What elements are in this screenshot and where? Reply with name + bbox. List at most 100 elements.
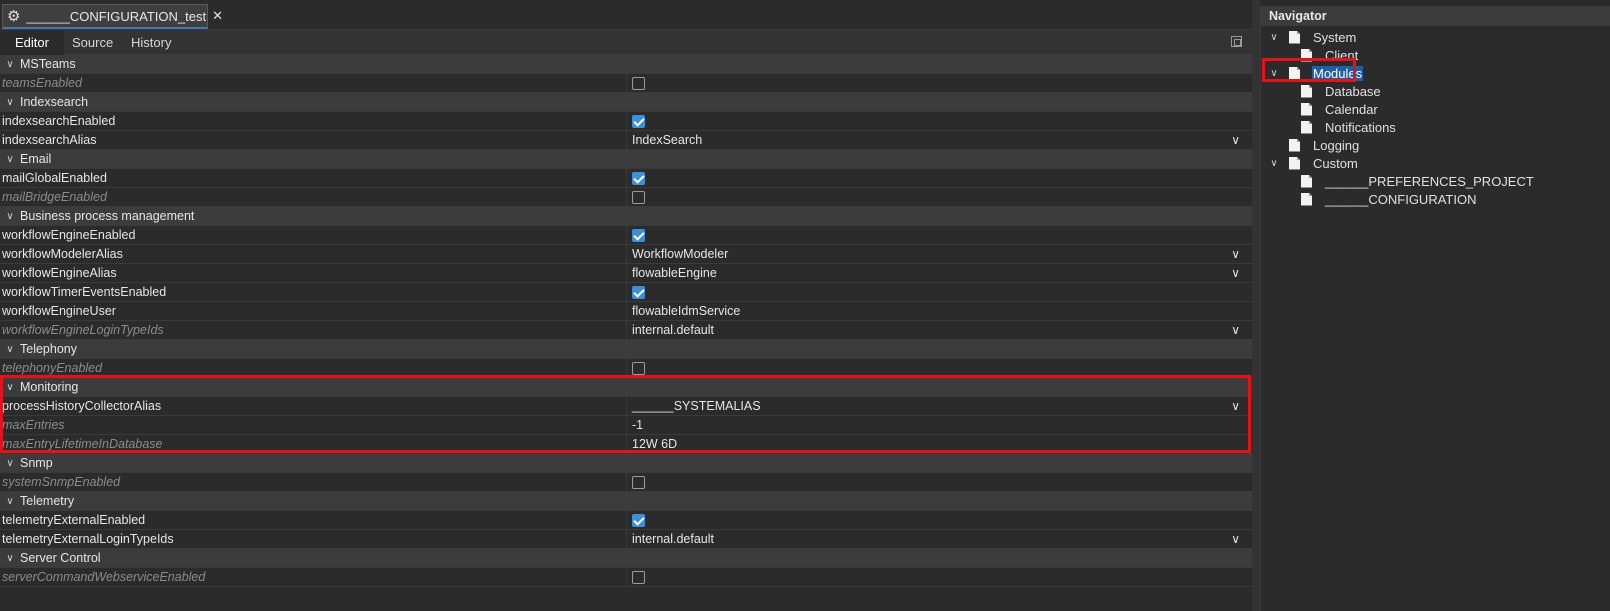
section-header-email[interactable]: ∨ Email: [0, 150, 1252, 169]
chevron-down-icon[interactable]: ∨: [1231, 530, 1240, 549]
chevron-down-icon[interactable]: ∨: [1231, 397, 1240, 416]
page-icon: [1301, 192, 1312, 206]
section-header-telephony[interactable]: ∨ Telephony: [0, 340, 1252, 359]
section-header-monitoring[interactable]: ∨ Monitoring: [0, 378, 1252, 397]
pane-splitter[interactable]: [1252, 0, 1260, 611]
chevron-down-icon[interactable]: ∨: [1267, 32, 1281, 43]
section-header-business-process-management[interactable]: ∨ Business process management: [0, 207, 1252, 226]
property-row-workflowEngineUser[interactable]: workflowEngineUser flowableIdmService: [0, 301, 1252, 321]
tree-item-database[interactable]: Database: [1301, 82, 1382, 100]
tab-history[interactable]: History: [116, 30, 186, 55]
chevron-down-icon[interactable]: ∨: [0, 154, 20, 165]
section-label: Indexsearch: [20, 95, 89, 109]
property-row-teamsEnabled[interactable]: teamsEnabled: [0, 73, 1252, 93]
property-value[interactable]: ______SYSTEMALIAS ∨: [627, 397, 1252, 416]
property-value[interactable]: internal.default ∨: [627, 321, 1252, 340]
property-value[interactable]: [627, 511, 1252, 530]
chevron-down-icon[interactable]: ∨: [1267, 158, 1281, 169]
tree-item-configuration[interactable]: ______CONFIGURATION: [1301, 190, 1477, 208]
tree-item-logging[interactable]: Logging: [1267, 136, 1360, 154]
property-value[interactable]: WorkflowModeler ∨: [627, 245, 1252, 264]
section-header-indexsearch[interactable]: ∨ Indexsearch: [0, 93, 1252, 112]
property-row-serverCommandWebserviceEnabled[interactable]: serverCommandWebserviceEnabled: [0, 567, 1252, 587]
chevron-down-icon[interactable]: ∨: [1231, 264, 1240, 283]
tree-item-modules[interactable]: ∨ Modules: [1267, 64, 1364, 82]
property-row-telemetryExternalEnabled[interactable]: telemetryExternalEnabled: [0, 510, 1252, 530]
chevron-down-icon[interactable]: ∨: [0, 211, 20, 222]
tree-item-preferences-project[interactable]: ______PREFERENCES_PROJECT: [1301, 172, 1535, 190]
property-value[interactable]: IndexSearch ∨: [627, 131, 1252, 150]
property-row-telephonyEnabled[interactable]: telephonyEnabled: [0, 358, 1252, 378]
close-icon[interactable]: ✕: [212, 8, 223, 24]
tree-item-client[interactable]: Client: [1301, 46, 1359, 64]
property-row-mailBridgeEnabled[interactable]: mailBridgeEnabled: [0, 187, 1252, 207]
property-name: maxEntryLifetimeInDatabase: [0, 434, 627, 454]
property-row-workflowTimerEventsEnabled[interactable]: workflowTimerEventsEnabled: [0, 282, 1252, 302]
property-name: workflowModelerAlias: [0, 244, 627, 264]
chevron-down-icon[interactable]: ∨: [1231, 131, 1240, 150]
chevron-down-icon[interactable]: ∨: [1267, 68, 1281, 79]
chevron-down-icon[interactable]: ∨: [0, 553, 20, 564]
property-row-maxEntryLifetimeInDatabase[interactable]: maxEntryLifetimeInDatabase 12W 6D: [0, 434, 1252, 454]
property-row-indexsearchAlias[interactable]: indexsearchAlias IndexSearch ∨: [0, 130, 1252, 150]
property-row-workflowEngineAlias[interactable]: workflowEngineAlias flowableEngine ∨: [0, 263, 1252, 283]
document-tab[interactable]: ⚙ ______CONFIGURATION_test ✕: [2, 4, 223, 29]
property-value[interactable]: [627, 283, 1252, 302]
section-header-telemetry[interactable]: ∨ Telemetry: [0, 492, 1252, 511]
property-checkbox[interactable]: [632, 76, 645, 90]
property-checkbox[interactable]: [632, 171, 645, 185]
property-checkbox[interactable]: [632, 190, 645, 204]
chevron-down-icon[interactable]: ∨: [0, 496, 20, 507]
chevron-down-icon[interactable]: ∨: [0, 458, 20, 469]
chevron-down-icon[interactable]: ∨: [1231, 245, 1240, 264]
maximize-icon[interactable]: [1231, 36, 1242, 47]
tree-item-label: Client: [1325, 47, 1359, 63]
property-checkbox[interactable]: [632, 228, 645, 242]
property-value[interactable]: -1: [627, 416, 1252, 435]
property-checkbox[interactable]: [632, 570, 645, 584]
tab-editor[interactable]: Editor: [0, 30, 64, 55]
property-value[interactable]: internal.default ∨: [627, 530, 1252, 549]
section-header-snmp[interactable]: ∨ Snmp: [0, 454, 1252, 473]
property-value[interactable]: [627, 568, 1252, 587]
tree-item-custom[interactable]: ∨ Custom: [1267, 154, 1359, 172]
property-checkbox[interactable]: [632, 285, 645, 299]
property-row-workflowEngineLoginTypeIds[interactable]: workflowEngineLoginTypeIds internal.defau…: [0, 320, 1252, 340]
section-header-server-control[interactable]: ∨ Server Control: [0, 549, 1252, 568]
property-row-processHistoryCollectorAlias[interactable]: processHistoryCollectorAlias ______SYSTEM…: [0, 396, 1252, 416]
chevron-down-icon[interactable]: ∨: [0, 97, 20, 108]
property-value[interactable]: [627, 169, 1252, 188]
property-name: systemSnmpEnabled: [0, 472, 627, 492]
property-name: workflowEngineEnabled: [0, 225, 627, 245]
property-row-workflowEngineEnabled[interactable]: workflowEngineEnabled: [0, 225, 1252, 245]
property-value[interactable]: [627, 188, 1252, 207]
tree-item-calendar[interactable]: Calendar: [1301, 100, 1379, 118]
property-row-telemetryExternalLoginTypeIds[interactable]: telemetryExternalLoginTypeIds internal.de…: [0, 529, 1252, 549]
chevron-down-icon[interactable]: ∨: [0, 344, 20, 355]
property-value[interactable]: flowableEngine ∨: [627, 264, 1252, 283]
property-row-mailGlobalEnabled[interactable]: mailGlobalEnabled: [0, 168, 1252, 188]
property-value[interactable]: [627, 359, 1252, 378]
property-value[interactable]: [627, 473, 1252, 492]
property-value[interactable]: [627, 74, 1252, 93]
app-window: ⚙ ______CONFIGURATION_test ✕ Editor Sour…: [0, 0, 1610, 611]
property-value[interactable]: [627, 112, 1252, 131]
property-checkbox[interactable]: [632, 513, 645, 527]
tree-item-notifications[interactable]: Notifications: [1301, 118, 1397, 136]
chevron-down-icon[interactable]: ∨: [0, 382, 20, 393]
property-checkbox[interactable]: [632, 475, 645, 489]
property-checkbox[interactable]: [632, 361, 645, 375]
property-name: workflowEngineLoginTypeIds: [0, 320, 627, 340]
section-header-msteams[interactable]: ∨ MSTeams: [0, 55, 1252, 74]
property-row-maxEntries[interactable]: maxEntries -1: [0, 415, 1252, 435]
chevron-down-icon[interactable]: ∨: [0, 59, 20, 70]
chevron-down-icon[interactable]: ∨: [1231, 321, 1240, 340]
tree-item-system[interactable]: ∨ System: [1267, 28, 1357, 46]
property-value[interactable]: flowableIdmService: [627, 302, 1252, 321]
property-value[interactable]: [627, 226, 1252, 245]
property-value[interactable]: 12W 6D: [627, 435, 1252, 454]
property-row-workflowModelerAlias[interactable]: workflowModelerAlias WorkflowModeler ∨: [0, 244, 1252, 264]
property-checkbox[interactable]: [632, 114, 645, 128]
property-row-systemSnmpEnabled[interactable]: systemSnmpEnabled: [0, 472, 1252, 492]
property-row-indexsearchEnabled[interactable]: indexsearchEnabled: [0, 111, 1252, 131]
